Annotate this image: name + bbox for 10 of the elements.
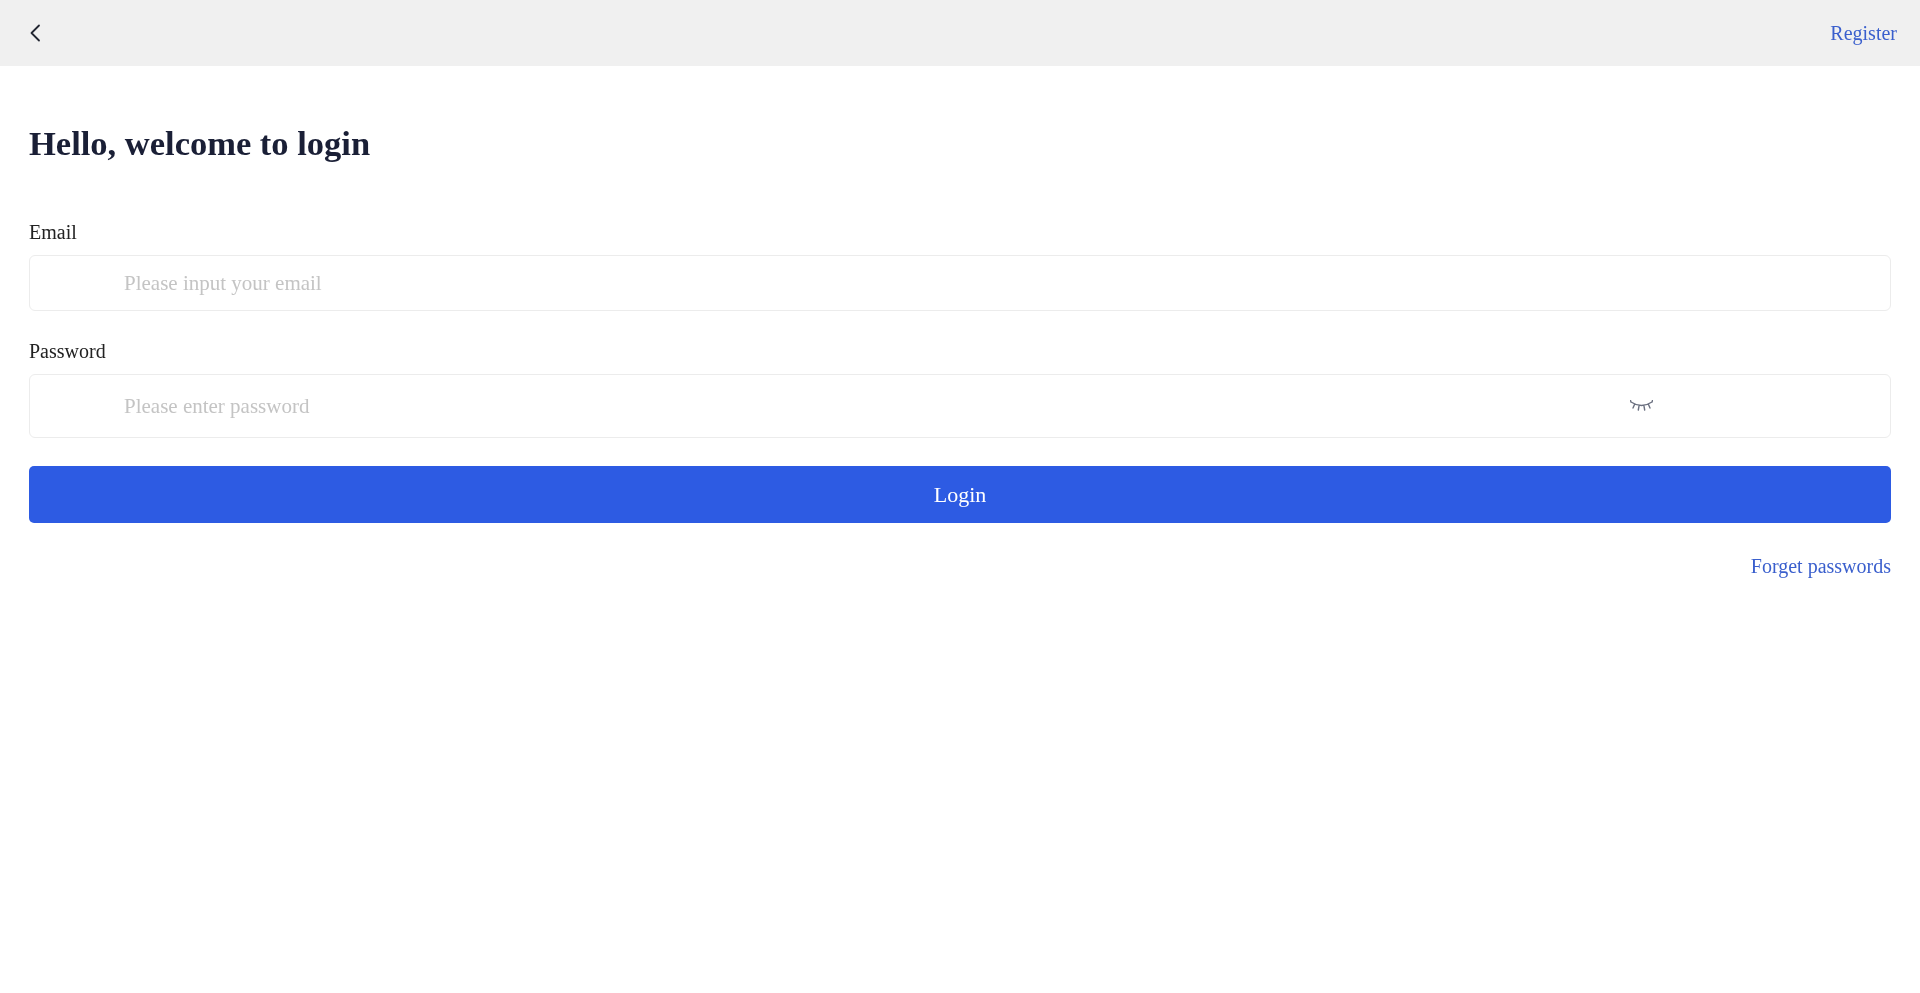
login-button[interactable]: Login bbox=[29, 466, 1891, 523]
closed-eye-icon[interactable] bbox=[1630, 400, 1653, 412]
field-label: Email bbox=[29, 220, 77, 244]
email-input-field[interactable]: Please input your email bbox=[29, 255, 1891, 311]
back-chevron-icon[interactable] bbox=[29, 24, 41, 42]
register-link[interactable]: Register bbox=[1830, 21, 1897, 45]
password-input-field[interactable]: Please enter password bbox=[29, 374, 1891, 438]
field-label: Password bbox=[29, 339, 106, 363]
page-title: Hello, welcome to login bbox=[29, 123, 371, 164]
forgot-password-link[interactable]: Forget passwords bbox=[1750, 554, 1891, 578]
